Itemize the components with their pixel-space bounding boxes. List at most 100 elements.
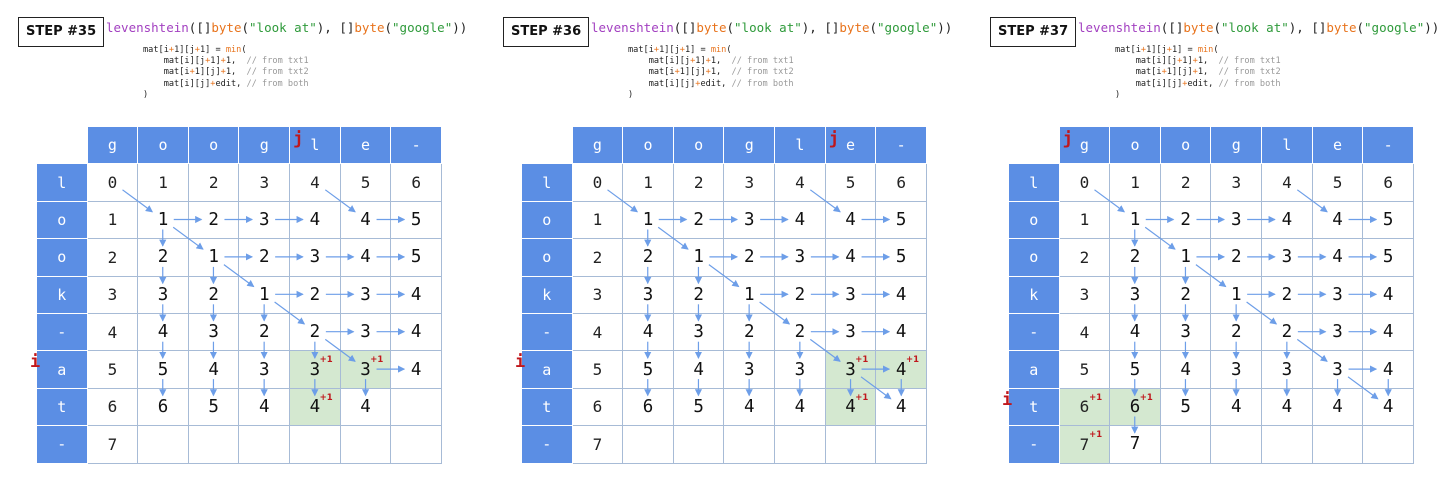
step-label: STEP #36 <box>503 17 590 47</box>
column-header: lj <box>289 125 341 165</box>
cell-value: 4 <box>208 359 219 380</box>
matrix-cell: 4 <box>1362 387 1414 427</box>
cell-value: 2 <box>1079 247 1090 267</box>
matrix-cell: 5 <box>672 387 725 427</box>
row-header: - <box>1008 312 1060 352</box>
cell-value: 3 <box>744 173 755 193</box>
matrix-cell: 6 <box>390 163 442 202</box>
code-line: ) <box>143 90 309 101</box>
table-row: k 3 3 2 1 2 3 4 <box>521 275 927 314</box>
matrix-cell: 4 <box>1311 238 1364 277</box>
code-token: edit, <box>215 78 247 89</box>
corner-cell <box>521 125 573 165</box>
cell-value: 2 <box>107 247 118 267</box>
column-header: e <box>1311 125 1364 165</box>
matrix-cell: 2 <box>672 275 725 314</box>
code-line: mat[i+1][j]+1, // from txt2 <box>143 67 309 78</box>
matrix-cell: 4 <box>1311 387 1364 427</box>
matrix-cell: 3 <box>824 275 877 314</box>
cell-value: 3 <box>360 322 371 343</box>
matrix-cell: 5 <box>390 238 442 277</box>
matrix-cell: 2 <box>723 238 776 277</box>
code-comment: // from txt1 <box>246 56 309 67</box>
cell-value: 4 <box>410 322 422 343</box>
cell-value: 0 <box>1079 173 1090 193</box>
column-header: l <box>1261 125 1313 165</box>
matrix-cell: 1 <box>1058 200 1111 240</box>
cell-value: 0 <box>592 173 603 193</box>
dp-table: googlej-l0123456o1123445o2212345k3321234… <box>515 125 927 464</box>
row-header: t <box>521 387 573 427</box>
code-token: ) <box>1115 89 1121 100</box>
table-row: a 5 5 4 3 3 3 4 <box>1008 350 1414 389</box>
cell-value: 5 <box>360 173 371 193</box>
cell-value: 5 <box>592 360 603 380</box>
cell-value: 4 <box>1079 322 1090 342</box>
cell-value: 4 <box>309 209 321 230</box>
matrix-cell: 4 <box>1210 387 1263 427</box>
matrix-cell: 4 <box>1362 350 1414 389</box>
matrix-cell: 6 <box>86 387 139 427</box>
column-header: o <box>1159 125 1212 165</box>
code-token: mat[i][j <box>143 56 206 67</box>
code-snippet: mat[i+1][j+1] = min( mat[i][j+1]+1, // f… <box>1115 45 1281 101</box>
cell-value: 4 <box>592 322 603 342</box>
cell-value: 4 <box>309 396 321 417</box>
matrix-cell <box>137 425 189 464</box>
table-row: a i 5 5 4 3 3 +1 3 +1 4 <box>515 350 927 389</box>
matrix-cell: 3 <box>339 312 392 352</box>
call-punct: ( <box>1213 20 1222 35</box>
cell-value: 2 <box>309 322 321 343</box>
code-line: mat[i+1][j+1] = min( <box>143 45 309 56</box>
call-string-arg: "google" <box>392 20 453 35</box>
code-line: ) <box>1115 90 1281 101</box>
column-header-label: g <box>1079 136 1089 155</box>
code-token: mat[i <box>1115 45 1141 55</box>
call-punct: ( <box>241 20 250 35</box>
matrix-cell: 0 <box>1058 163 1111 202</box>
matrix-cell: 5 <box>875 238 927 277</box>
code-token: mat[i <box>628 67 675 78</box>
cell-value: 1 <box>1130 173 1140 193</box>
column-header: o <box>187 125 240 165</box>
matrix-cell: 3 <box>1109 275 1161 314</box>
matrix-cell: 5 <box>1311 163 1364 202</box>
matrix-cell: 4 <box>289 200 341 240</box>
matrix-cell: 1 <box>187 238 240 277</box>
matrix-cell: 5 <box>1159 387 1212 427</box>
table-row: o 1 1 2 3 4 4 5 <box>521 200 927 240</box>
matrix-cell: 4 <box>875 275 927 314</box>
cell-value: 2 <box>744 322 755 343</box>
cell-value: 6 <box>1129 396 1141 417</box>
cell-value: 3 <box>107 285 118 305</box>
row-header: k <box>36 275 88 314</box>
column-header: o <box>622 125 674 165</box>
matrix-cell: 1 <box>137 200 189 240</box>
row-header-label: t <box>1029 397 1039 416</box>
matrix-cell: +1 3 <box>824 350 877 389</box>
matrix-cell: 7 <box>571 425 624 464</box>
matrix-cell: 3 <box>86 275 139 314</box>
row-header-label: k <box>57 285 67 304</box>
row-header: ai <box>30 350 88 389</box>
column-header: g <box>1210 125 1263 165</box>
column-header-label: - <box>1383 136 1393 155</box>
matrix-cell: 4 <box>86 312 139 352</box>
cell-value: 4 <box>895 284 907 305</box>
matrix-cell <box>824 425 877 464</box>
cell-value: 3 <box>360 359 371 380</box>
cell-value: 4 <box>1332 247 1343 268</box>
row-header-label: l <box>1029 173 1039 192</box>
matrix-cell: +1 4 <box>289 387 341 427</box>
matrix-cell: 5 <box>571 350 624 389</box>
code-comment: // from both <box>1218 78 1281 89</box>
matrix-cell: 3 <box>774 350 826 389</box>
matrix-cell: +1 4 <box>824 387 877 427</box>
cell-value: 4 <box>410 284 422 305</box>
matrix-cell: 1 <box>1109 200 1161 240</box>
code-token: 1] = <box>1171 45 1198 55</box>
row-header-label: a <box>542 360 552 379</box>
table-row: o 1 1 2 3 4 4 5 <box>1008 200 1414 240</box>
code-comment: // from txt2 <box>1218 67 1281 78</box>
cell-value: 4 <box>794 209 806 230</box>
